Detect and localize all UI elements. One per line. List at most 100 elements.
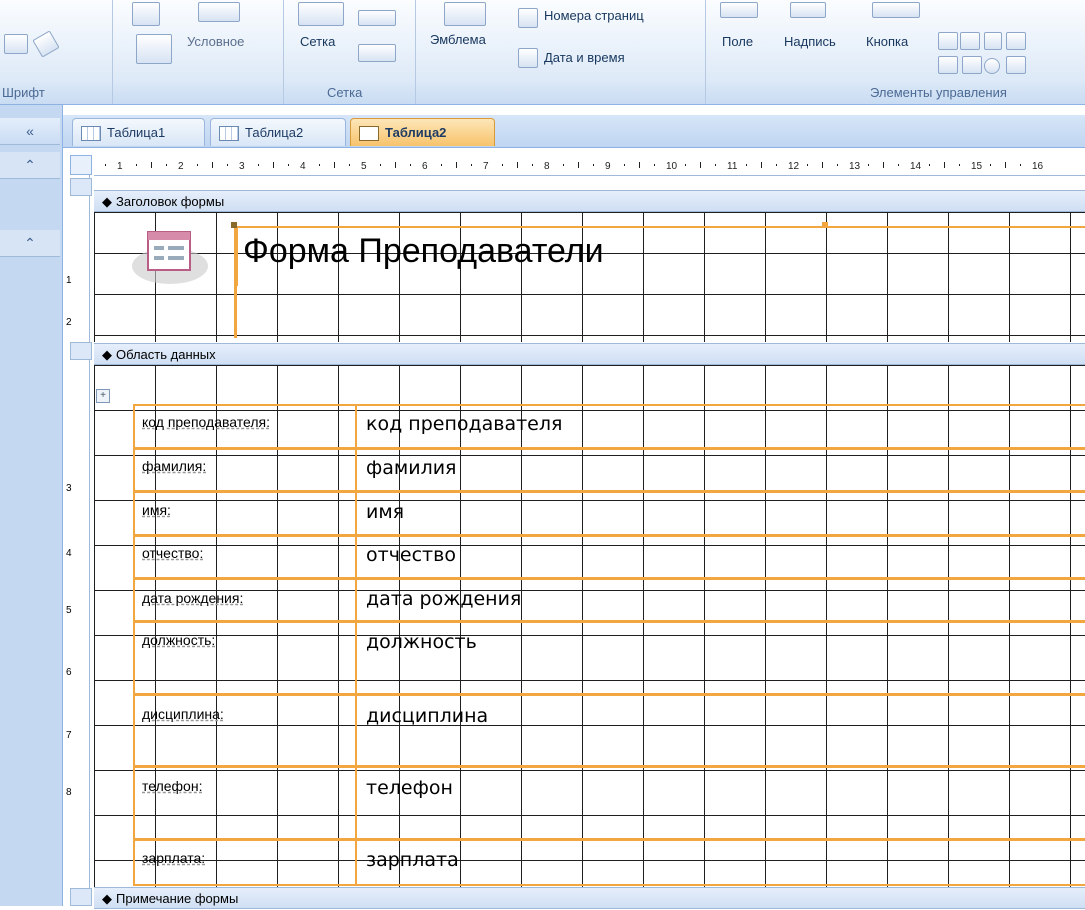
ruler-number: 1 <box>117 161 123 172</box>
form-icon <box>359 126 379 141</box>
align-icon[interactable] <box>4 34 28 54</box>
ruler-tick <box>166 164 167 166</box>
field-salary[interactable]: зарплата <box>366 849 459 871</box>
subform-icon[interactable] <box>1006 56 1026 74</box>
field-label-position[interactable]: должность: <box>142 632 215 648</box>
line-color-icon[interactable] <box>358 44 396 62</box>
field-label-surname[interactable]: фамилия: <box>142 458 206 474</box>
ruler-tick <box>334 162 335 168</box>
emblem-icon[interactable] <box>444 2 486 26</box>
ruler-tick <box>868 164 869 166</box>
vertical-ruler: 1 2 3 4 5 6 7 8 <box>63 175 90 906</box>
field-label-birthdate[interactable]: дата рождения: <box>142 590 243 606</box>
resize-handle[interactable] <box>822 222 828 228</box>
field-discipline[interactable]: дисциплина <box>366 705 488 727</box>
grid-button[interactable]: Сетка <box>300 34 335 49</box>
field-icon[interactable] <box>720 2 758 18</box>
ruler-tick <box>685 164 686 166</box>
section-footer-label: Примечание формы <box>116 891 239 906</box>
ruler-tick <box>471 164 472 166</box>
section-detail-label: Область данных <box>116 347 216 362</box>
ruler-tick <box>380 164 381 166</box>
field-patronymic[interactable]: отчество <box>366 544 456 566</box>
field-button[interactable]: Поле <box>722 34 753 49</box>
grid-icon[interactable] <box>298 2 344 26</box>
checkbox-icon[interactable] <box>984 32 1002 50</box>
ruler-number: 16 <box>1032 161 1044 172</box>
date-time-button[interactable]: Дата и время <box>544 50 625 65</box>
field-label-teacher-id[interactable]: код преподавателя: <box>142 414 270 430</box>
field-birthdate[interactable]: дата рождения <box>366 588 521 610</box>
chevron-up-icon[interactable]: ⌃ <box>0 152 60 179</box>
fill-color-icon[interactable] <box>132 2 160 26</box>
row-divider <box>133 577 1085 580</box>
page-numbers-button[interactable]: Номера страниц <box>544 8 644 23</box>
chevron-up-icon[interactable]: ⌃ <box>0 230 60 257</box>
ribbon-separator <box>415 0 416 104</box>
option-button-icon[interactable] <box>984 58 1000 74</box>
field-label-phone[interactable]: телефон: <box>142 778 202 794</box>
ruler-number: 15 <box>971 161 983 172</box>
ruler-number: 4 <box>300 161 306 172</box>
page-number-icon[interactable] <box>518 8 538 28</box>
table-icon <box>219 126 239 141</box>
section-selector-detail[interactable] <box>70 342 92 360</box>
ruler-number: 2 <box>178 161 184 172</box>
conditional-format-button[interactable]: Условное <box>187 34 244 49</box>
conditional-icon[interactable] <box>198 2 240 22</box>
ruler-tick <box>761 162 762 168</box>
tab-control-icon[interactable] <box>1006 32 1026 50</box>
collapse-nav-button[interactable]: « <box>0 118 60 145</box>
move-handle[interactable] <box>231 222 237 228</box>
field-label-salary[interactable]: зарплата: <box>142 850 205 866</box>
field-position[interactable]: должность <box>366 631 477 653</box>
field-label-discipline[interactable]: дисциплина: <box>142 706 224 722</box>
ruler-tick <box>959 164 960 166</box>
tab-table2[interactable]: Таблица2 <box>210 118 346 146</box>
date-time-icon[interactable] <box>518 48 538 68</box>
layout-selector-icon[interactable]: + <box>96 389 110 403</box>
combobox-icon[interactable] <box>938 56 958 74</box>
field-teacher-id[interactable]: код преподавателя <box>366 413 562 435</box>
caption-button[interactable]: Надпись <box>784 34 836 49</box>
horizontal-ruler: 1 2 3 4 5 6 7 8 9 10 11 12 13 14 15 16 <box>75 155 1085 176</box>
field-phone[interactable]: телефон <box>366 777 453 799</box>
field-label-patronymic[interactable]: отчество: <box>142 545 203 561</box>
section-selector-footer[interactable] <box>70 888 92 906</box>
ruler-tick <box>227 164 228 166</box>
form-title[interactable]: Форма Преподаватели <box>243 232 604 271</box>
image-icon[interactable] <box>962 56 982 74</box>
ruler-number: 8 <box>544 161 550 172</box>
ruler-tick <box>624 164 625 166</box>
ruler-tick <box>212 162 213 168</box>
row-divider <box>133 534 1085 537</box>
field-surname[interactable]: фамилия <box>366 457 457 479</box>
listbox-icon[interactable] <box>938 32 958 50</box>
section-selector-header[interactable] <box>70 178 92 196</box>
button-icon[interactable] <box>872 2 920 18</box>
field-name[interactable]: имя <box>366 501 404 523</box>
tab-table1[interactable]: Таблица1 <box>72 118 205 146</box>
ruler-tick <box>639 162 640 168</box>
table-format-icon[interactable] <box>136 34 172 64</box>
ruler-tick <box>532 164 533 166</box>
ruler-tick <box>807 164 808 166</box>
ruler-number: 2 <box>66 317 72 328</box>
emblem-button[interactable]: Эмблема <box>430 32 486 47</box>
ruler-number: 14 <box>910 161 922 172</box>
line-style-icon[interactable] <box>358 10 396 26</box>
section-header-bar[interactable]: ◆ Заголовок формы <box>94 190 1085 212</box>
tab-form-table2[interactable]: Таблица2 <box>350 118 495 146</box>
tab-label: Таблица1 <box>107 125 166 140</box>
row-divider <box>133 693 1085 696</box>
ruler-tick <box>883 162 884 168</box>
button-control-button[interactable]: Кнопка <box>866 34 908 49</box>
row-divider <box>133 447 1085 450</box>
rectangle-icon[interactable] <box>960 32 980 50</box>
caption-icon[interactable] <box>790 2 826 18</box>
ruler-tick <box>441 164 442 166</box>
section-detail-bar[interactable]: ◆ Область данных <box>94 343 1085 365</box>
form-selector[interactable] <box>70 155 92 175</box>
field-label-name[interactable]: имя: <box>142 502 171 518</box>
title-selection-edge <box>234 226 237 338</box>
